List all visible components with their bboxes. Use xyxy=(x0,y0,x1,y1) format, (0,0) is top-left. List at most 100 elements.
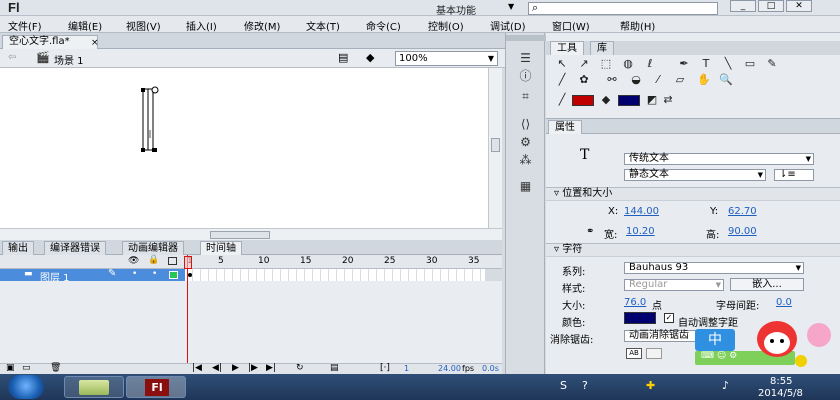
keyframe-dot[interactable] xyxy=(188,273,192,277)
paint-bucket-tool-icon[interactable]: ◒ xyxy=(628,73,644,87)
lock-dot[interactable]: • xyxy=(152,269,157,279)
font-style-select[interactable]: Regular ▼ xyxy=(624,279,724,291)
text-color-swatch[interactable] xyxy=(624,312,656,324)
scrollbar-thumb[interactable] xyxy=(210,231,270,239)
help-search-input[interactable]: ⌕ xyxy=(528,1,718,15)
loop-icon[interactable]: ↻ xyxy=(296,363,304,373)
info-panel-icon[interactable]: ⓘ xyxy=(518,69,533,83)
onion-skin-icon[interactable]: ▤ xyxy=(330,363,339,373)
render-html-icon[interactable] xyxy=(646,348,662,359)
outline-icon[interactable] xyxy=(168,257,177,265)
x-value[interactable]: 144.00 xyxy=(624,206,659,217)
text-orientation-select[interactable]: ⇂≡ xyxy=(774,169,814,181)
edit-scene-icon[interactable]: ▤ xyxy=(338,51,348,64)
bone-tool-icon[interactable]: ⚯ xyxy=(604,73,620,87)
menu-debug[interactable]: 调试(D) xyxy=(490,18,526,33)
close-icon[interactable]: × xyxy=(91,37,99,49)
black-white-icon[interactable]: ◩ xyxy=(644,93,660,107)
y-value[interactable]: 62.70 xyxy=(728,206,757,217)
letter-spacing-value[interactable]: 0.0 xyxy=(776,297,792,308)
step-forward-icon[interactable]: |▶ xyxy=(248,363,258,373)
tray-icon[interactable]: S xyxy=(560,379,567,392)
timeline-frames[interactable] xyxy=(185,269,485,281)
pencil-tool-icon[interactable]: ✎ xyxy=(764,57,780,71)
tab-motion-editor[interactable]: 动画编辑器 xyxy=(122,241,184,255)
motion-presets-icon[interactable]: ⁂ xyxy=(518,153,533,167)
chevron-down-icon[interactable]: ▼ xyxy=(508,2,514,11)
menu-file[interactable]: 文件(F) xyxy=(8,18,42,33)
menu-window[interactable]: 窗口(W) xyxy=(552,18,590,33)
volume-icon[interactable]: ♪ xyxy=(722,379,729,392)
selected-text-object[interactable] xyxy=(0,68,488,228)
code-snippets-icon[interactable]: ⟨⟩ xyxy=(518,117,533,131)
menu-text[interactable]: 文本(T) xyxy=(306,18,340,33)
playhead[interactable] xyxy=(187,255,188,363)
new-folder-icon[interactable]: ▭ xyxy=(22,363,31,373)
step-back-icon[interactable]: ◀| xyxy=(212,363,222,373)
size-value[interactable]: 76.0 xyxy=(624,297,646,308)
taskbar-folder-app[interactable] xyxy=(64,376,124,398)
menu-insert[interactable]: 插入(I) xyxy=(186,18,217,33)
visibility-dot[interactable]: • xyxy=(132,269,137,279)
playhead-handle[interactable] xyxy=(184,256,192,269)
layer-row[interactable]: ▬ 图层 1 ✎ • • xyxy=(0,268,185,284)
autokern-checkbox[interactable]: ✓ xyxy=(664,313,674,323)
frame-rate[interactable]: 24.00 xyxy=(438,364,461,373)
help-icon[interactable]: ? xyxy=(582,379,588,392)
menu-view[interactable]: 视图(V) xyxy=(126,18,161,33)
section-position-size[interactable]: ▿ 位置和大小 xyxy=(546,187,840,201)
tab-compiler-errors[interactable]: 编译器错误 xyxy=(44,241,106,255)
eye-icon[interactable]: 👁 xyxy=(128,256,139,266)
pen-tool-icon[interactable]: ✒ xyxy=(676,57,692,71)
line-tool-icon[interactable]: ╲ xyxy=(720,57,736,71)
menu-edit[interactable]: 编辑(E) xyxy=(68,18,102,33)
scrollbar-thumb[interactable] xyxy=(491,138,500,152)
eraser-tool-icon[interactable]: ▱ xyxy=(672,73,688,87)
subselection-tool-icon[interactable]: ↗ xyxy=(576,57,592,71)
delete-layer-icon[interactable]: 🗑 xyxy=(50,363,61,373)
tab-properties[interactable]: 属性 xyxy=(548,120,582,134)
transform-panel-icon[interactable]: ⌗ xyxy=(518,89,533,103)
menu-modify[interactable]: 修改(M) xyxy=(244,18,280,33)
rectangle-tool-icon[interactable]: ▭ xyxy=(742,57,758,71)
ime-keyboard-icon[interactable]: ⌨ ☺ ⚙ xyxy=(701,351,737,361)
free-transform-tool-icon[interactable]: ⬚ xyxy=(598,57,614,71)
components-icon[interactable]: ⚙ xyxy=(518,135,533,149)
minimize-button[interactable]: _ xyxy=(730,0,756,12)
project-panel-icon[interactable]: ▦ xyxy=(518,179,533,193)
edit-markers-icon[interactable]: [·] xyxy=(380,363,390,373)
tab-tools[interactable]: 工具 xyxy=(550,41,584,55)
lasso-tool-icon[interactable]: ℓ xyxy=(642,57,658,71)
font-family-select[interactable]: Bauhaus 93 ▼ xyxy=(624,262,804,274)
deco-tool-icon[interactable]: ✿ xyxy=(576,73,592,87)
document-tab[interactable]: 空心文字.fla* × xyxy=(2,35,99,49)
go-last-frame-icon[interactable]: ▶| xyxy=(266,363,276,373)
strip-grip[interactable] xyxy=(506,35,546,41)
taskbar-flash-app[interactable]: Fl xyxy=(126,376,186,398)
fill-color-swatch[interactable] xyxy=(618,95,640,106)
menu-commands[interactable]: 命令(C) xyxy=(366,18,401,33)
width-value[interactable]: 10.20 xyxy=(626,226,655,237)
stroke-color-swatch[interactable] xyxy=(572,95,594,106)
menu-control[interactable]: 控制(O) xyxy=(428,18,464,33)
close-window-button[interactable]: ✕ xyxy=(786,0,812,12)
embed-button[interactable]: 嵌入... xyxy=(730,278,804,291)
tray-plus-icon[interactable]: ✚ xyxy=(646,379,655,392)
tab-library[interactable]: 库 xyxy=(590,41,614,55)
workspace-switcher[interactable]: 基本功能 xyxy=(436,2,476,17)
text-tool-icon[interactable]: T xyxy=(698,57,714,71)
zoom-tool-icon[interactable]: 🔍 xyxy=(718,73,734,87)
brush-tool-icon[interactable]: ╱ xyxy=(554,73,570,87)
start-button[interactable] xyxy=(8,375,44,399)
current-frame[interactable]: 1 xyxy=(404,364,409,373)
tab-output[interactable]: 输出 xyxy=(2,241,34,255)
text-engine-select[interactable]: 传统文本 ▼ xyxy=(624,153,814,165)
stage-horizontal-scrollbar[interactable] xyxy=(0,228,502,240)
ime-mode-label[interactable]: 中 xyxy=(695,329,735,351)
back-arrow-icon[interactable]: ⇦ xyxy=(8,52,16,63)
clock-date[interactable]: 2014/5/8 xyxy=(758,388,803,399)
align-panel-icon[interactable]: ☰ xyxy=(518,51,533,65)
menu-help[interactable]: 帮助(H) xyxy=(620,18,655,33)
hand-tool-icon[interactable]: ✋ xyxy=(696,73,712,87)
play-icon[interactable]: ▶ xyxy=(232,363,239,373)
